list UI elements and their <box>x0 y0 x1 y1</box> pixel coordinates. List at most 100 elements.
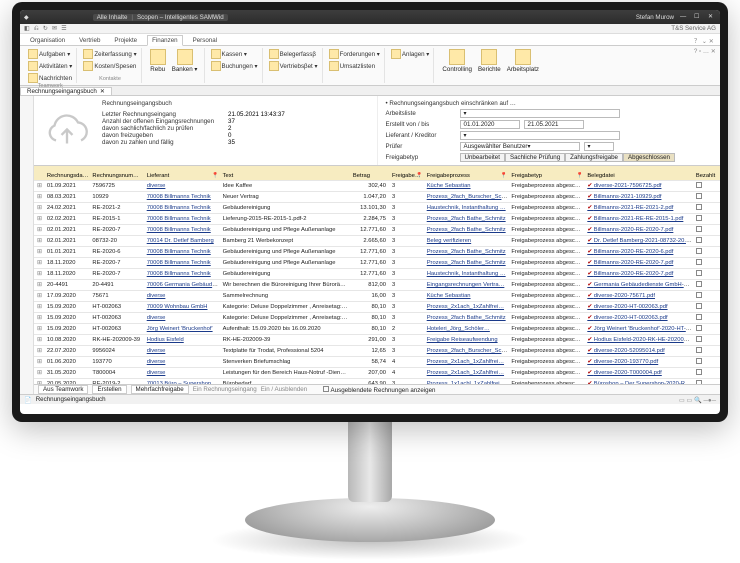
cell-file[interactable]: diverse-2020-75671.pdf <box>585 291 694 302</box>
col-10[interactable]: Bezahlt <box>694 172 720 181</box>
cell-file[interactable]: Billmanns-2020-RE-2020-7.pdf <box>585 258 694 269</box>
cell-supplier[interactable]: 70008 Billmanns Technik <box>145 258 221 269</box>
global-search[interactable]: Alle Inhalte | Scopen – Intelligentes SA… <box>93 14 228 21</box>
cell-paid[interactable] <box>694 280 720 291</box>
minimize-icon[interactable]: — <box>680 13 688 21</box>
qat-btn[interactable]: ✉ <box>52 25 57 32</box>
qat-btn[interactable]: ↻ <box>43 25 48 32</box>
expand-icon[interactable]: ⊞ <box>34 280 45 291</box>
cell-file[interactable]: Jörg Weinert 'Bruckenhof'-2020-HT-002063… <box>585 324 694 335</box>
expand-icon[interactable]: ⊞ <box>34 335 45 346</box>
col-5[interactable]: Betrag <box>351 172 390 181</box>
col-2[interactable]: Rechnungsnummer <box>90 172 144 181</box>
rib-zeiterfassung[interactable]: Zeiterfassung ▾ <box>83 49 136 59</box>
cell-file[interactable]: Hodius Eisfeld-2020-RK-HE-202009-39.pdf <box>585 335 694 346</box>
expand-icon[interactable]: ⊞ <box>34 269 45 280</box>
cell-file[interactable]: diverse-2020-52095014.pdf <box>585 346 694 357</box>
cell-supplier[interactable]: 70008 Billmanns Technik <box>145 225 221 236</box>
cell-supplier[interactable]: Jörg Weinert 'Bruckenhof' <box>145 324 221 335</box>
freigabetyp-segmented[interactable]: UnbearbeitetSachliche PrüfungZahlungsfre… <box>460 153 675 162</box>
cell-file[interactable]: Billmanns-2020-RE-2020-7.pdf <box>585 269 694 280</box>
cell-paid[interactable] <box>694 236 720 247</box>
table-row[interactable]: ⊞18.11.2020RE-2020-770008 Billmanns Tech… <box>34 258 720 269</box>
cell-process[interactable]: Prozess_2fach Bathe_Schmitz <box>425 214 510 225</box>
rib-nachrichten[interactable]: Nachrichten <box>28 73 72 83</box>
cell-file[interactable]: Germania Gebäudedienste GmbH-2020-20-449… <box>585 280 694 291</box>
table-row[interactable]: ⊞10.08.2020RK-HE-202009-39Hodius Eisfeld… <box>34 335 720 346</box>
cell-paid[interactable] <box>694 258 720 269</box>
cell-paid[interactable] <box>694 346 720 357</box>
cell-paid[interactable] <box>694 313 720 324</box>
cell-supplier[interactable]: diverse <box>145 368 221 379</box>
cell-process[interactable]: Haustechnik, Instanthaltung … <box>425 203 510 214</box>
cell-supplier[interactable]: 70008 Billmanns Technik <box>145 203 221 214</box>
cell-process[interactable]: Hoteleri_Jörg_Schöler… <box>425 324 510 335</box>
rib-buchungen[interactable]: Buchungen ▾ <box>211 61 258 71</box>
rib-belegerf[interactable]: Belegerfassβ <box>269 49 318 59</box>
cell-supplier[interactable]: 70008 Billmanns Technik <box>145 214 221 225</box>
cell-process[interactable]: Prozess_2x1ach_1xZahlfrei… <box>425 302 510 313</box>
expand-icon[interactable]: ⊞ <box>34 192 45 203</box>
cell-process[interactable]: Freigabe Reiseaufwendung <box>425 335 510 346</box>
col-3[interactable]: Lieferant📍 <box>145 172 221 181</box>
ribbon-tools[interactable]: ? ▫ … ✕ <box>694 48 716 55</box>
cell-supplier[interactable]: diverse <box>145 291 221 302</box>
col-8[interactable]: Freigabetyp📍 <box>509 172 585 181</box>
invoice-grid[interactable]: RechnungsdatumRechnungsnummerLieferant📍T… <box>34 172 720 384</box>
table-row[interactable]: ⊞15.09.2020HT-002063Jörg Weinert 'Brucke… <box>34 324 720 335</box>
table-row[interactable]: ⊞02.02.2021RE-2015-170008 Billmanns Tech… <box>34 214 720 225</box>
cell-paid[interactable] <box>694 291 720 302</box>
table-row[interactable]: ⊞15.09.2020HT-00206370009 Wohnbau GmbHKa… <box>34 302 720 313</box>
cell-supplier[interactable]: 70006 Germania Gebäude… <box>145 280 221 291</box>
cell-paid[interactable] <box>694 247 720 258</box>
cell-paid[interactable] <box>694 368 720 379</box>
close-icon[interactable]: ✕ <box>100 88 105 95</box>
cell-file[interactable]: Billmanns-2021-10929.pdf <box>585 192 694 203</box>
expand-icon[interactable]: ⊞ <box>34 302 45 313</box>
cell-process[interactable]: Prozess_2x1ach_1xZahlfrei… <box>425 357 510 368</box>
qat-btn[interactable]: ⎌ <box>34 25 39 33</box>
date-to[interactable]: 21.05.2021 <box>524 120 584 129</box>
table-row[interactable]: ⊞15.09.2020HT-002063diverseKategorie: De… <box>34 313 720 324</box>
table-row[interactable]: ⊞22.07.20209956024diverseTextplatte für … <box>34 346 720 357</box>
cell-file[interactable]: Billmanns-2020-RE-2020-6.pdf <box>585 247 694 258</box>
table-row[interactable]: ⊞02.01.202108732-2070014 Dr. Detlef Bamb… <box>34 236 720 247</box>
cell-paid[interactable] <box>694 269 720 280</box>
statusbar-icons[interactable]: ▭ ▭ 🔍 ─●─ <box>679 396 716 404</box>
expand-icon[interactable]: ⊞ <box>34 225 45 236</box>
seg-2[interactable]: Zahlungsfreigabe <box>565 153 623 162</box>
tab-vertrieb[interactable]: Vertrieb <box>75 36 104 45</box>
cell-supplier[interactable]: 70009 Wohnbau GmbH <box>145 302 221 313</box>
cell-process[interactable]: Prozess_2fach Bathe_Schmitz <box>425 313 510 324</box>
expand-icon[interactable]: ⊞ <box>34 203 45 214</box>
col-7[interactable]: Freigabeprozess📍 <box>425 172 510 181</box>
cell-process[interactable]: Prozess_2fach Bathe_Schmitz <box>425 247 510 258</box>
qat-btn[interactable]: ◧ <box>24 25 30 32</box>
cell-file[interactable]: diverse-2020-HT-002063.pdf <box>585 302 694 313</box>
maximize-icon[interactable]: ☐ <box>694 13 702 21</box>
expand-icon[interactable]: ⊞ <box>34 258 45 269</box>
seg-1[interactable]: Sachliche Prüfung <box>505 153 565 162</box>
cell-process[interactable]: Küche Sebastian <box>425 181 510 192</box>
cell-supplier[interactable]: 70014 Dr. Detlef Bamberg <box>145 236 221 247</box>
expand-icon[interactable]: ⊞ <box>34 357 45 368</box>
rib-arbeitsplatz[interactable]: Arbeitsplatz <box>505 49 541 73</box>
user-name[interactable]: Stefan Murow <box>636 14 674 21</box>
search-scope[interactable]: Alle Inhalte <box>97 14 128 21</box>
cell-supplier[interactable]: Hodius Eisfeld <box>145 335 221 346</box>
cell-paid[interactable] <box>694 192 720 203</box>
footer-tab[interactable]: Aus Teamwork <box>38 385 88 394</box>
expand-icon[interactable]: ⊞ <box>34 368 45 379</box>
rib-banken[interactable]: Banken ▾ <box>170 49 200 73</box>
cell-paid[interactable] <box>694 203 720 214</box>
table-row[interactable]: ⊞01.09.20217596725diverseIdee Kaffee302,… <box>34 181 720 192</box>
rib-aktivitaeten[interactable]: Aktivitäten ▾ <box>28 61 72 71</box>
table-row[interactable]: ⊞17.09.202075671diverseSammelrechnung16,… <box>34 291 720 302</box>
rib-aufgaben[interactable]: Aufgaben ▾ <box>28 49 72 59</box>
expand-icon[interactable]: ⊞ <box>34 247 45 258</box>
table-row[interactable]: ⊞24.02.2021RE-2021-270008 Billmanns Tech… <box>34 203 720 214</box>
cell-file[interactable]: diverse-2021-7596725.pdf <box>585 181 694 192</box>
close-icon[interactable]: ✕ <box>708 13 716 21</box>
cell-paid[interactable] <box>694 181 720 192</box>
col-9[interactable]: Belegdatei <box>585 172 694 181</box>
